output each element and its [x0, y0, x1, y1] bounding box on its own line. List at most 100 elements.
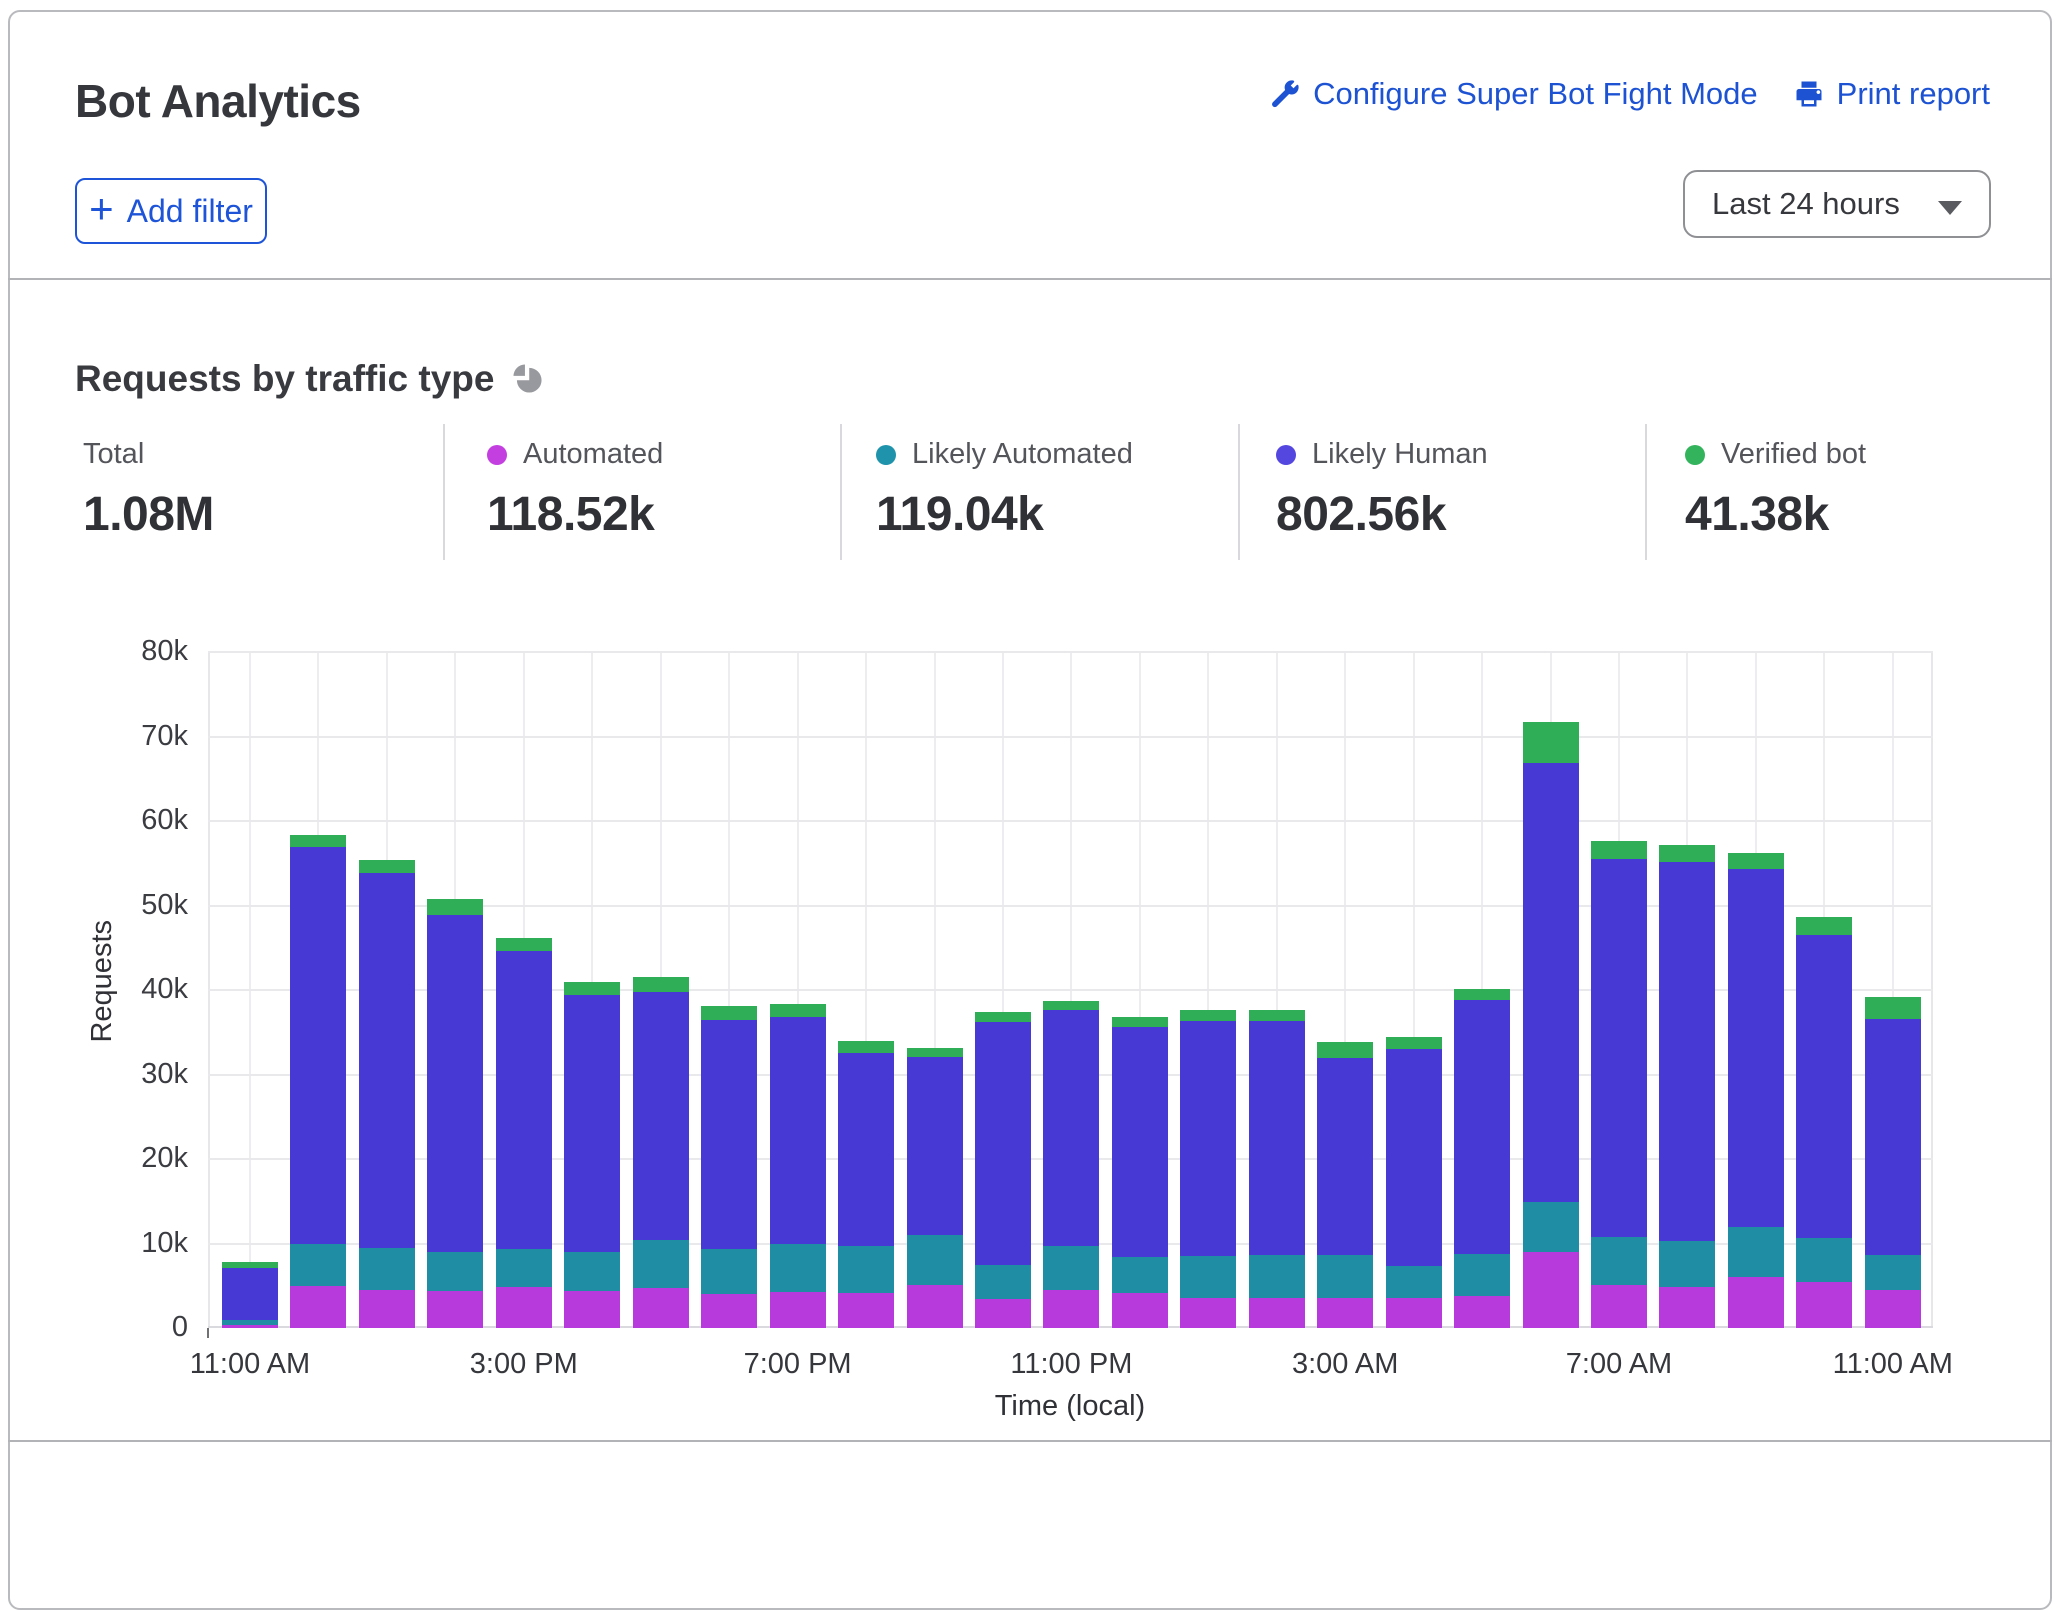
y-tick-label: 60k [58, 804, 188, 837]
x-axis-title: Time (local) [940, 1390, 1200, 1423]
segment-likely-human [1317, 1058, 1373, 1256]
segment-likely-automated [496, 1249, 552, 1287]
segment-likely-human [1180, 1021, 1236, 1256]
time-range-select[interactable]: Last 24 hours [1683, 170, 1991, 238]
segment-likely-automated [1523, 1202, 1579, 1252]
segment-automated [975, 1299, 1031, 1328]
segment-verified-bot [1796, 917, 1852, 935]
segment-likely-automated [222, 1320, 278, 1324]
segment-automated [1317, 1298, 1373, 1328]
pie-chart-icon [512, 363, 544, 395]
stat-divider [1238, 424, 1240, 560]
stat-total: Total 1.08M [83, 438, 214, 542]
segment-verified-bot [838, 1041, 894, 1053]
segment-likely-human [701, 1020, 757, 1250]
segment-likely-automated [359, 1248, 415, 1290]
segment-likely-human [907, 1057, 963, 1235]
stat-label: Automated [523, 438, 663, 471]
segment-automated [222, 1325, 278, 1328]
segment-likely-human [1591, 859, 1647, 1237]
segment-likely-human [1454, 1000, 1510, 1254]
segment-automated [1865, 1290, 1921, 1328]
x-tick-label: 3:00 PM [394, 1348, 654, 1381]
y-tick-label: 40k [58, 973, 188, 1006]
segment-verified-bot [1112, 1017, 1168, 1027]
segment-likely-human [564, 995, 620, 1252]
segment-automated [701, 1294, 757, 1328]
segment-verified-bot [975, 1012, 1031, 1022]
segment-likely-human [770, 1017, 826, 1243]
y-axis-title: Requests [86, 920, 119, 1043]
x-tick-label: 11:00 AM [1763, 1348, 2023, 1381]
segment-likely-automated [290, 1244, 346, 1285]
segment-verified-bot [564, 982, 620, 996]
y-tick-label: 80k [58, 635, 188, 668]
segment-verified-bot [1454, 989, 1510, 1000]
chevron-down-icon [1938, 201, 1962, 215]
legend-dot [1685, 445, 1705, 465]
segment-automated [1454, 1296, 1510, 1328]
segment-likely-human [838, 1053, 894, 1247]
segment-verified-bot [496, 938, 552, 951]
horizontal-gridline [208, 651, 1933, 653]
plus-icon: + [89, 185, 114, 233]
stat-label: Likely Automated [912, 438, 1133, 471]
segment-automated [1591, 1285, 1647, 1328]
stat-value: 119.04k [876, 487, 1133, 542]
segment-likely-human [1043, 1010, 1099, 1246]
segment-likely-human [496, 951, 552, 1249]
x-tick-label: 3:00 AM [1215, 1348, 1475, 1381]
requests-chart [208, 652, 1933, 1328]
segment-verified-bot [1865, 997, 1921, 1019]
header-divider [8, 278, 2052, 280]
horizontal-gridline [208, 820, 1933, 822]
segment-automated [1796, 1282, 1852, 1328]
segment-likely-human [1523, 763, 1579, 1202]
add-filter-button[interactable]: + Add filter [75, 178, 267, 244]
stat-divider [1645, 424, 1647, 560]
segment-verified-bot [770, 1004, 826, 1018]
bottom-divider [8, 1440, 2052, 1442]
segment-automated [1523, 1252, 1579, 1328]
y-tick-label: 50k [58, 889, 188, 922]
segment-automated [359, 1290, 415, 1328]
segment-automated [1728, 1277, 1784, 1328]
stat-value: 1.08M [83, 487, 214, 542]
segment-likely-human [1112, 1027, 1168, 1257]
segment-automated [1659, 1287, 1715, 1328]
segment-likely-automated [427, 1252, 483, 1291]
stat-label: Likely Human [1312, 438, 1488, 471]
segment-likely-human [1728, 869, 1784, 1226]
segment-likely-human [1386, 1049, 1442, 1266]
stat-likely-automated: Likely Automated 119.04k [876, 438, 1133, 542]
segment-likely-automated [633, 1240, 689, 1288]
y-tick-label: 70k [58, 720, 188, 753]
segment-automated [1249, 1298, 1305, 1328]
segment-verified-bot [1317, 1042, 1373, 1058]
printer-icon [1794, 79, 1824, 109]
segment-verified-bot [359, 860, 415, 873]
x-tick-label: 11:00 PM [941, 1348, 1201, 1381]
segment-automated [427, 1291, 483, 1328]
configure-super-bot-fight-mode-link[interactable]: Configure Super Bot Fight Mode [1270, 76, 1758, 112]
segment-automated [838, 1293, 894, 1328]
x-tick-label: 7:00 AM [1489, 1348, 1749, 1381]
segment-likely-automated [1249, 1255, 1305, 1297]
segment-automated [907, 1285, 963, 1328]
segment-likely-human [290, 847, 346, 1244]
segment-likely-automated [564, 1252, 620, 1291]
y-tick-label: 30k [58, 1058, 188, 1091]
stat-verified-bot: Verified bot41.38k [1685, 438, 1866, 542]
print-report-link[interactable]: Print report [1794, 76, 1990, 112]
segment-likely-human [1796, 935, 1852, 1238]
stat-label: Total [83, 438, 144, 471]
segment-likely-automated [1043, 1246, 1099, 1290]
segment-likely-automated [1454, 1254, 1510, 1296]
segment-automated [564, 1291, 620, 1328]
segment-verified-bot [290, 835, 346, 847]
segment-verified-bot [1249, 1010, 1305, 1021]
segment-likely-automated [1180, 1256, 1236, 1298]
segment-likely-automated [1317, 1255, 1373, 1297]
y-tick-label: 20k [58, 1142, 188, 1175]
segment-automated [496, 1287, 552, 1328]
